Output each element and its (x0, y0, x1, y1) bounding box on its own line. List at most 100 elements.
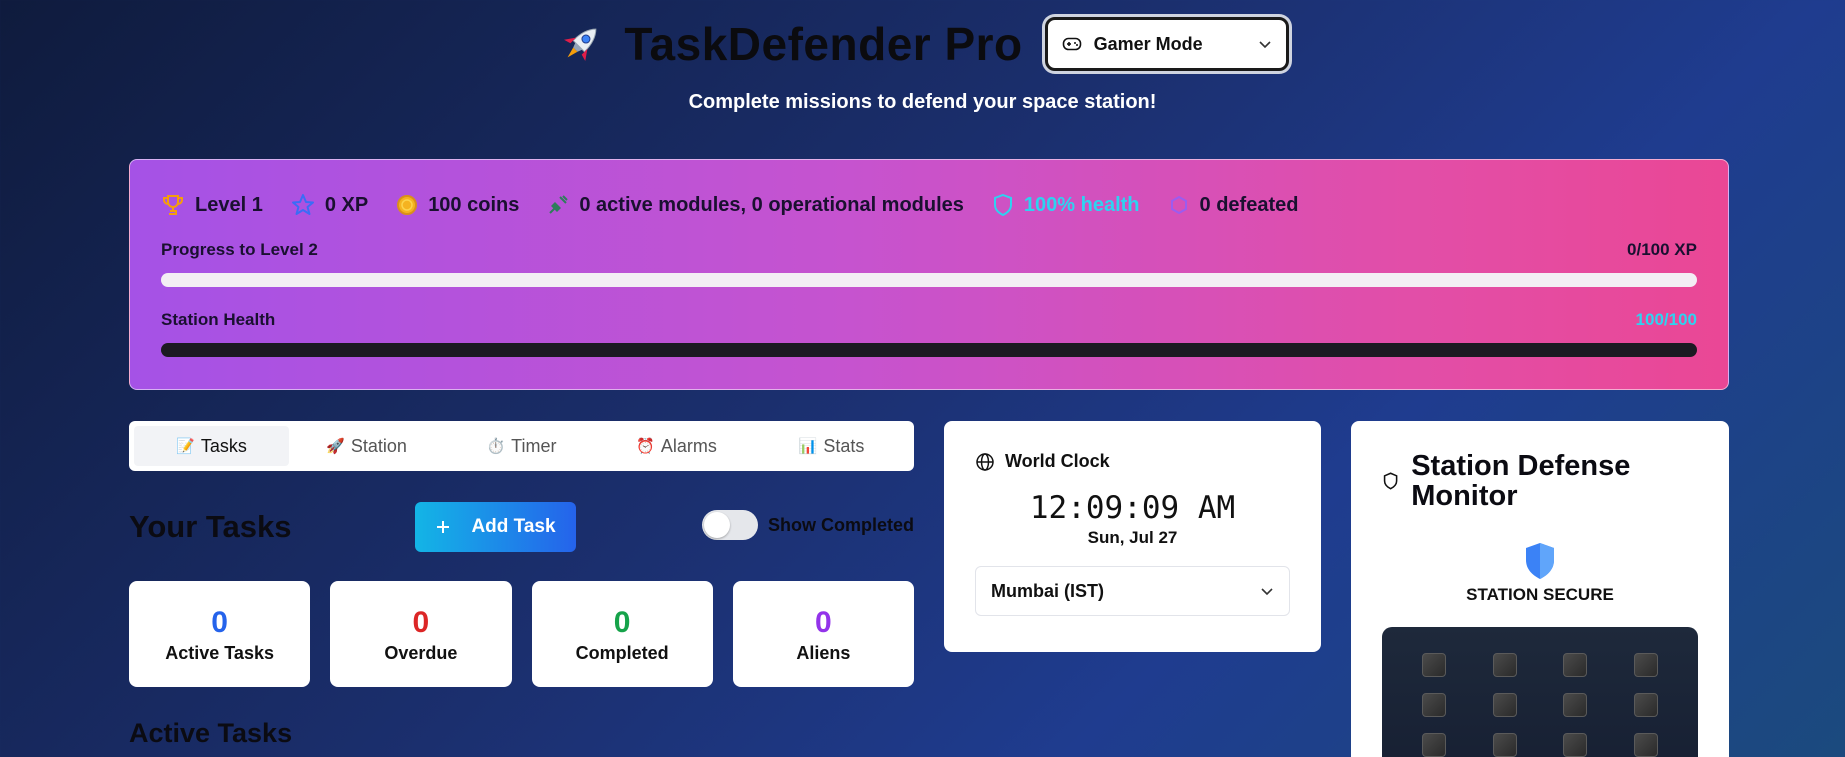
health-bar (161, 343, 1697, 357)
xp-progress-labels: Progress to Level 2 0/100 XP (161, 240, 1697, 260)
tab-bar: 📝 Tasks 🚀 Station ⏱️ Timer ⏰ Alarms 📊 Stats (129, 421, 914, 471)
defense-module (1422, 733, 1446, 757)
defeated-text: 0 defeated (1199, 193, 1299, 216)
tab-alarms[interactable]: ⏰ Alarms (599, 426, 754, 466)
tab-timer[interactable]: ⏱️ Timer (444, 426, 599, 466)
coin-icon (397, 195, 418, 215)
show-completed-toggle[interactable] (701, 510, 758, 540)
satellite-icon (549, 195, 569, 214)
show-completed-toggle-wrap: Show Completed (701, 510, 914, 540)
tasks-title: Your Tasks (129, 509, 292, 544)
header: TaskDefender Pro Gamer Mode (0, 14, 1845, 74)
level-stat: Level 1 (161, 193, 263, 217)
alien-icon (1170, 195, 1187, 215)
tab-label: Stats (823, 435, 865, 456)
chevron-down-icon (1261, 588, 1273, 596)
defeated-stat: 0 defeated (1168, 193, 1299, 217)
defense-module (1422, 693, 1446, 717)
globe-icon (976, 452, 994, 471)
defense-module (1492, 733, 1517, 757)
timezone-value: Mumbai (IST) (991, 580, 1104, 601)
count-value: 0 (815, 605, 832, 639)
app-title: TaskDefender Pro (624, 18, 1023, 70)
health-labels: Station Health 100/100 (161, 310, 1697, 330)
station-status: STATION SECURE (1466, 585, 1614, 604)
toggle-knob (703, 512, 730, 538)
count-card-active-tasks: 0 Active Tasks (129, 581, 311, 687)
star-icon (291, 194, 314, 215)
timezone-select[interactable]: Mumbai (IST) (975, 566, 1290, 616)
tab-label: Tasks (200, 435, 247, 456)
world-clock-header: World Clock (975, 451, 1290, 472)
world-clock-card: World Clock 12:09:09 AM Sun, Jul 27 Mumb… (944, 421, 1321, 652)
xp-progress-bar (161, 273, 1697, 287)
defense-module (1563, 693, 1588, 717)
defense-monitor-card: Station Defense Monitor STATION SECURE (1351, 421, 1729, 757)
defense-module (1633, 733, 1658, 757)
clock-time: 12:09:09 AM (1029, 490, 1236, 526)
gamepad-icon (1062, 37, 1081, 51)
count-value: 0 (412, 605, 430, 639)
tab-station[interactable]: 🚀 Station (289, 426, 444, 466)
defense-module (1422, 653, 1446, 677)
task-count-cards: 0 Active Tasks 0 Overdue 0 Completed 0 Aliens (129, 581, 914, 687)
level-text: Level 1 (195, 193, 263, 216)
mode-select[interactable]: Gamer Mode (1044, 17, 1289, 71)
defense-module (1492, 653, 1517, 677)
defense-module (1633, 693, 1658, 717)
world-clock-title: World Clock (1005, 451, 1110, 471)
title-wrap: TaskDefender Pro (556, 17, 1022, 71)
rocket-icon (564, 28, 597, 61)
xp-progress-label: Progress to Level 2 (161, 240, 318, 259)
tab-alarms-emoji: ⏰ (636, 438, 655, 455)
tab-stats-emoji: 📊 (798, 438, 818, 455)
count-value: 0 (613, 605, 631, 639)
defense-module (1563, 653, 1588, 677)
tab-tasks-emoji: 📝 (176, 438, 195, 455)
tasks-header: Your Tasks Add Task Show Completed (129, 502, 914, 552)
count-label: Completed (575, 642, 669, 663)
tab-timer-emoji: ⏱️ (486, 438, 506, 455)
modules-stat: 0 active modules, 0 operational modules (547, 194, 964, 217)
tab-tasks[interactable]: 📝 Tasks (134, 426, 289, 466)
coins-text: 100 coins (428, 193, 520, 216)
count-value: 0 (211, 605, 228, 639)
xp-progress-value: 0/100 XP (1627, 240, 1697, 259)
add-task-button[interactable]: Add Task (415, 502, 576, 552)
count-label: Aliens (796, 642, 851, 663)
defense-module (1563, 733, 1588, 757)
xp-text: 0 XP (324, 193, 369, 216)
shield-status-icon (1526, 543, 1554, 579)
stat-line: Level 1 0 XP 100 coins 0 active modules,… (161, 190, 1697, 220)
health-label: Station Health (161, 310, 276, 329)
tab-station-emoji: 🚀 (326, 438, 345, 455)
clock-date: Sun, Jul 27 (1087, 528, 1178, 547)
count-card-overdue: 0 Overdue (330, 581, 512, 687)
health-value: 100/100 (1635, 310, 1697, 329)
count-card-aliens: 0 Aliens (732, 581, 914, 687)
defense-module (1492, 693, 1517, 717)
plus-icon (437, 521, 450, 533)
tab-label: Alarms (660, 435, 717, 456)
mode-select-value: Gamer Mode (1093, 33, 1203, 54)
health-stat: 100% health (992, 193, 1140, 217)
health-text: 100% health (1023, 193, 1140, 216)
tab-stats[interactable]: 📊 Stats (754, 426, 909, 466)
count-label: Overdue (384, 642, 458, 663)
subtitle: Complete missions to defend your space s… (688, 91, 1157, 113)
shield-icon (993, 193, 1012, 217)
count-label: Active Tasks (165, 642, 274, 663)
count-card-completed: 0 Completed (531, 581, 713, 687)
tab-label: Timer (511, 435, 557, 456)
chevron-down-icon (1259, 41, 1271, 49)
trophy-icon (163, 195, 183, 215)
show-completed-label: Show Completed (767, 514, 914, 535)
defense-module (1633, 653, 1658, 677)
module-grid (1382, 627, 1698, 757)
defense-header: Station Defense Monitor (1382, 451, 1698, 511)
tab-label: Station (350, 435, 407, 456)
active-tasks-heading: Active Tasks (129, 718, 293, 748)
shield-icon (1383, 472, 1398, 490)
defense-title: Station Defense Monitor (1411, 450, 1631, 512)
coins-stat: 100 coins (396, 194, 519, 217)
